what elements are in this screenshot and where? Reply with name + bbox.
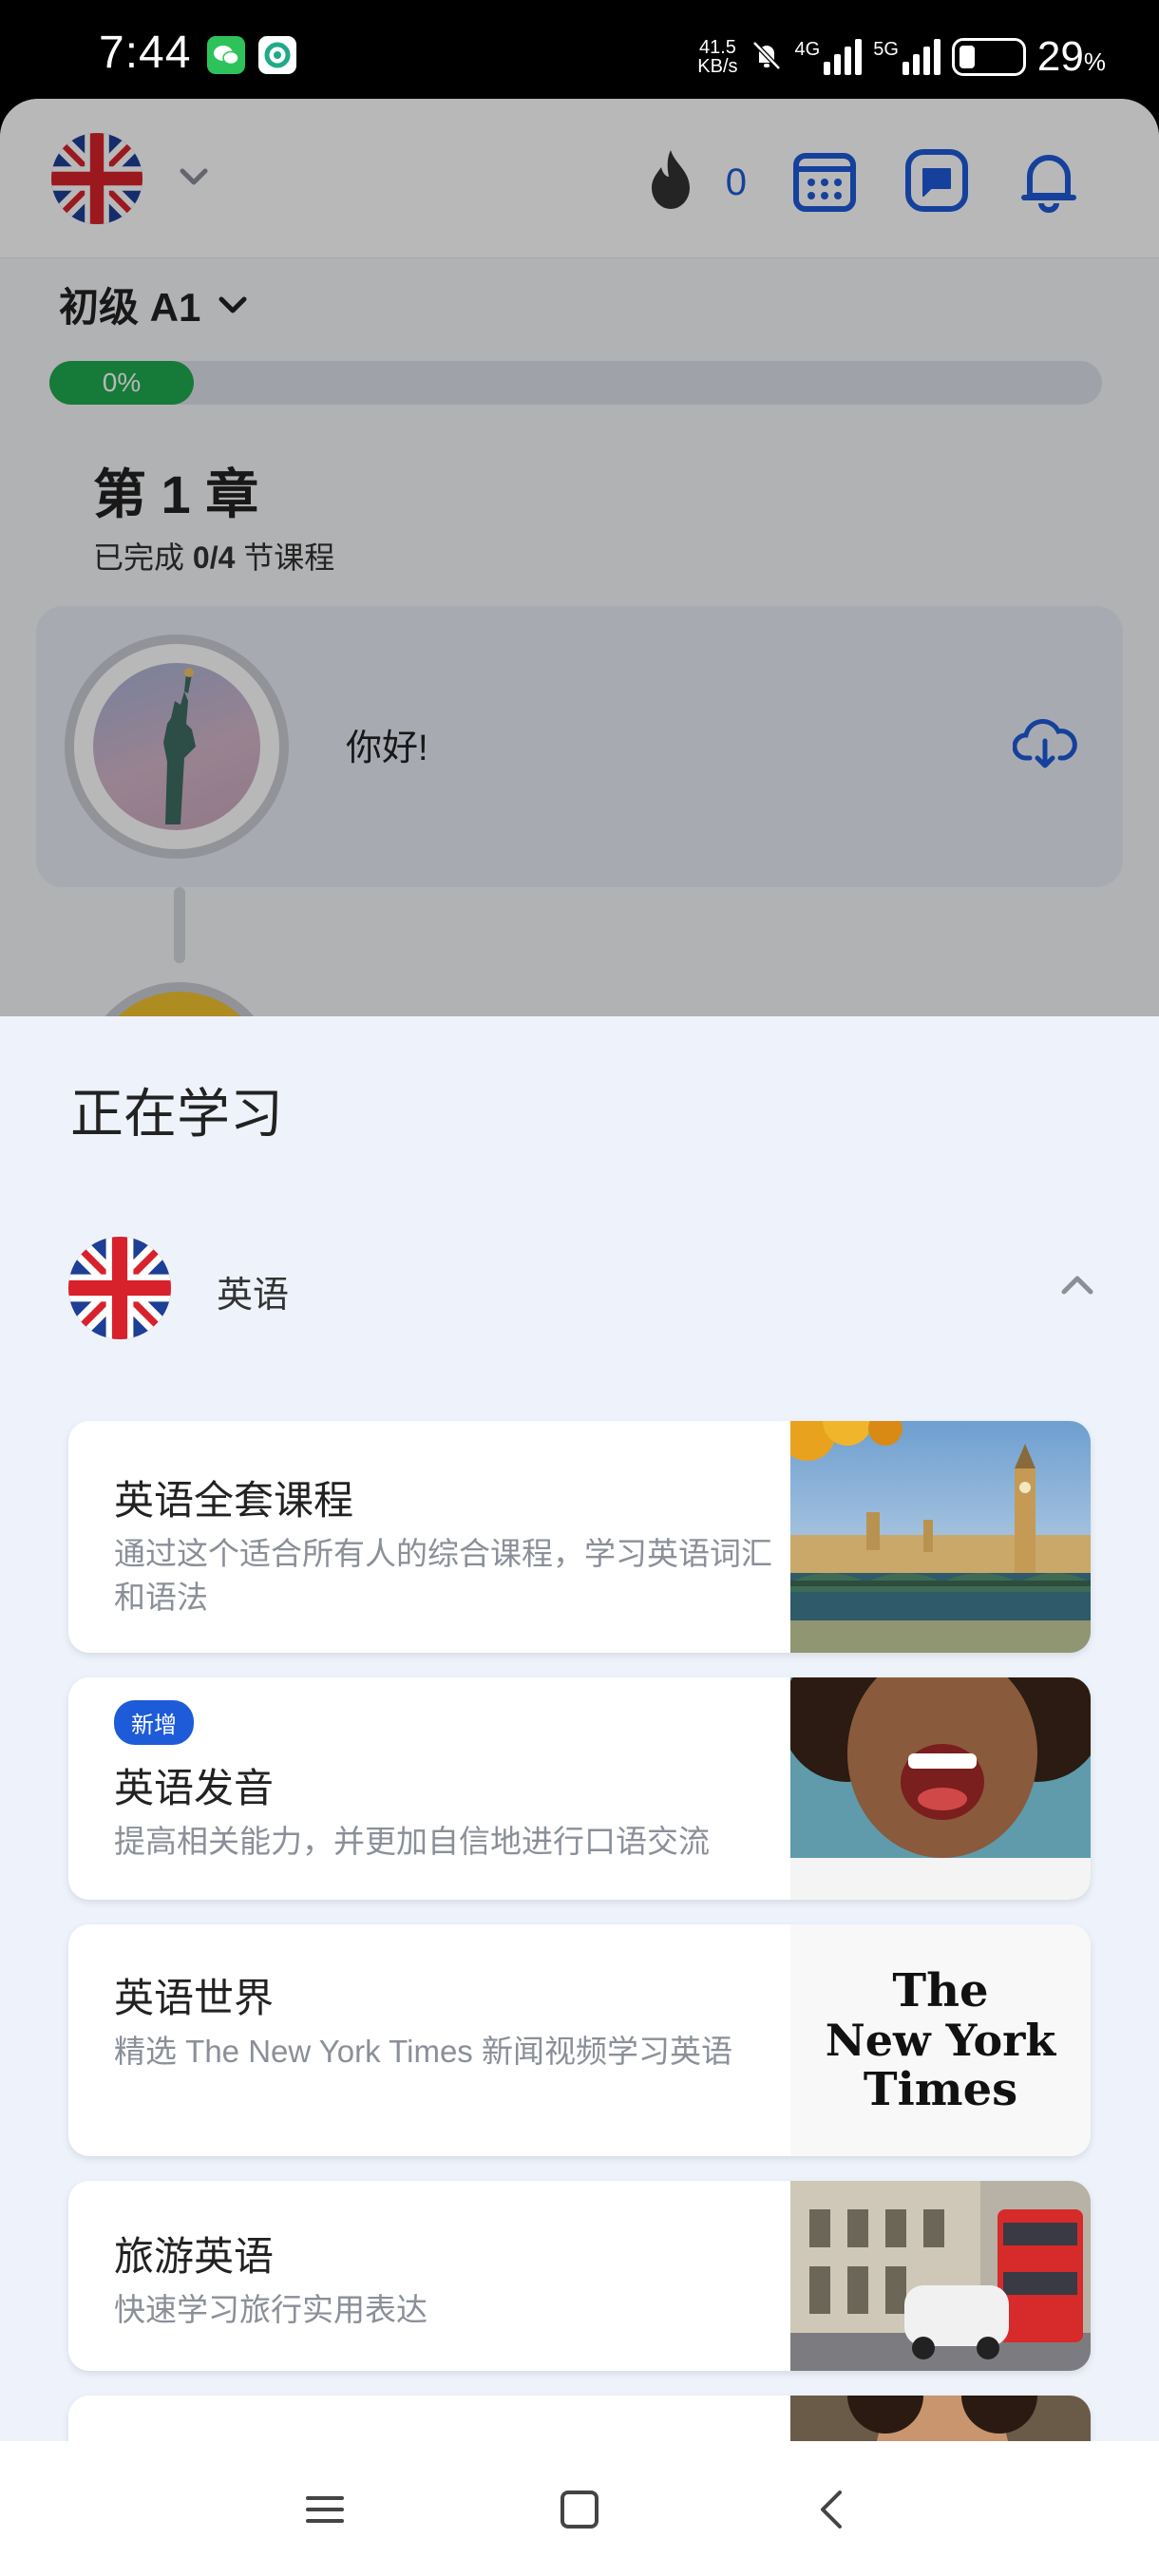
course-card-pronunciation[interactable]: 新增 英语发音 提高相关能力，并更加自信地进行口语交流: [68, 1677, 1091, 1900]
status-bar: 7:44 41.5 KB/s 4G 5G 29%: [0, 0, 1159, 104]
course-title: 英语发音: [114, 1766, 275, 1810]
home-icon[interactable]: [557, 2487, 602, 2537]
sheet-title: 正在学习: [70, 1084, 283, 1144]
system-nav-bar: [0, 2441, 1159, 2576]
chevron-up-icon[interactable]: [1056, 1265, 1098, 1312]
wechat-icon: [207, 36, 245, 74]
mute-icon: [750, 38, 784, 77]
course-title: 英语世界: [114, 1976, 275, 2020]
app-notification-icon: [258, 36, 296, 74]
back-icon[interactable]: [809, 2487, 855, 2537]
modal-scrim[interactable]: [0, 99, 1159, 1049]
london-street-image: [790, 2181, 1091, 2371]
course-image: [790, 2396, 1091, 2441]
language-row-english[interactable]: 英语: [0, 1223, 1159, 1347]
battery-percent: 29%: [1036, 33, 1106, 80]
menu-icon[interactable]: [302, 2487, 348, 2537]
course-description: 精选 The New York Times 新闻视频学习英语: [114, 2034, 732, 2069]
course-description: 提高相关能力，并更加自信地进行口语交流: [114, 1824, 710, 1859]
course-card-full[interactable]: 英语全套课程 通过这个适合所有人的综合课程，学习英语词汇和语法: [68, 1421, 1091, 1653]
language-name: 英语: [217, 1276, 290, 1316]
status-time: 7:44: [99, 28, 192, 78]
signal-5g-icon: 5G: [873, 39, 940, 75]
course-card-nyt[interactable]: 英语世界 精选 The New York Times 新闻视频学习英语 The …: [68, 1924, 1091, 2156]
course-card-travel[interactable]: 旅游英语 快速学习旅行实用表达: [68, 2181, 1091, 2371]
course-card-more[interactable]: [68, 2396, 1091, 2441]
course-title: 旅游英语: [114, 2234, 275, 2279]
course-description: 通过这个适合所有人的综合课程，学习英语词汇和语法: [114, 1536, 772, 1615]
uk-flag-icon: [68, 1237, 171, 1339]
london-westminster-image: [790, 1421, 1091, 1653]
battery-icon: [951, 38, 1026, 76]
net-speed: 41.5 KB/s: [697, 37, 738, 77]
smiling-woman-image: [790, 1677, 1091, 1900]
learning-sheet: 正在学习 英语 英语全套课程 通过这个适合所有人的综合课程，学习英语词汇和语法: [0, 1016, 1159, 2441]
signal-4g-icon: 4G: [795, 39, 863, 75]
new-badge: 新增: [114, 1700, 194, 1745]
nyt-logo-image: The New York Times: [790, 1924, 1091, 2156]
course-description: 快速学习旅行实用表达: [114, 2292, 428, 2327]
course-title: 英语全套课程: [114, 1478, 354, 1523]
